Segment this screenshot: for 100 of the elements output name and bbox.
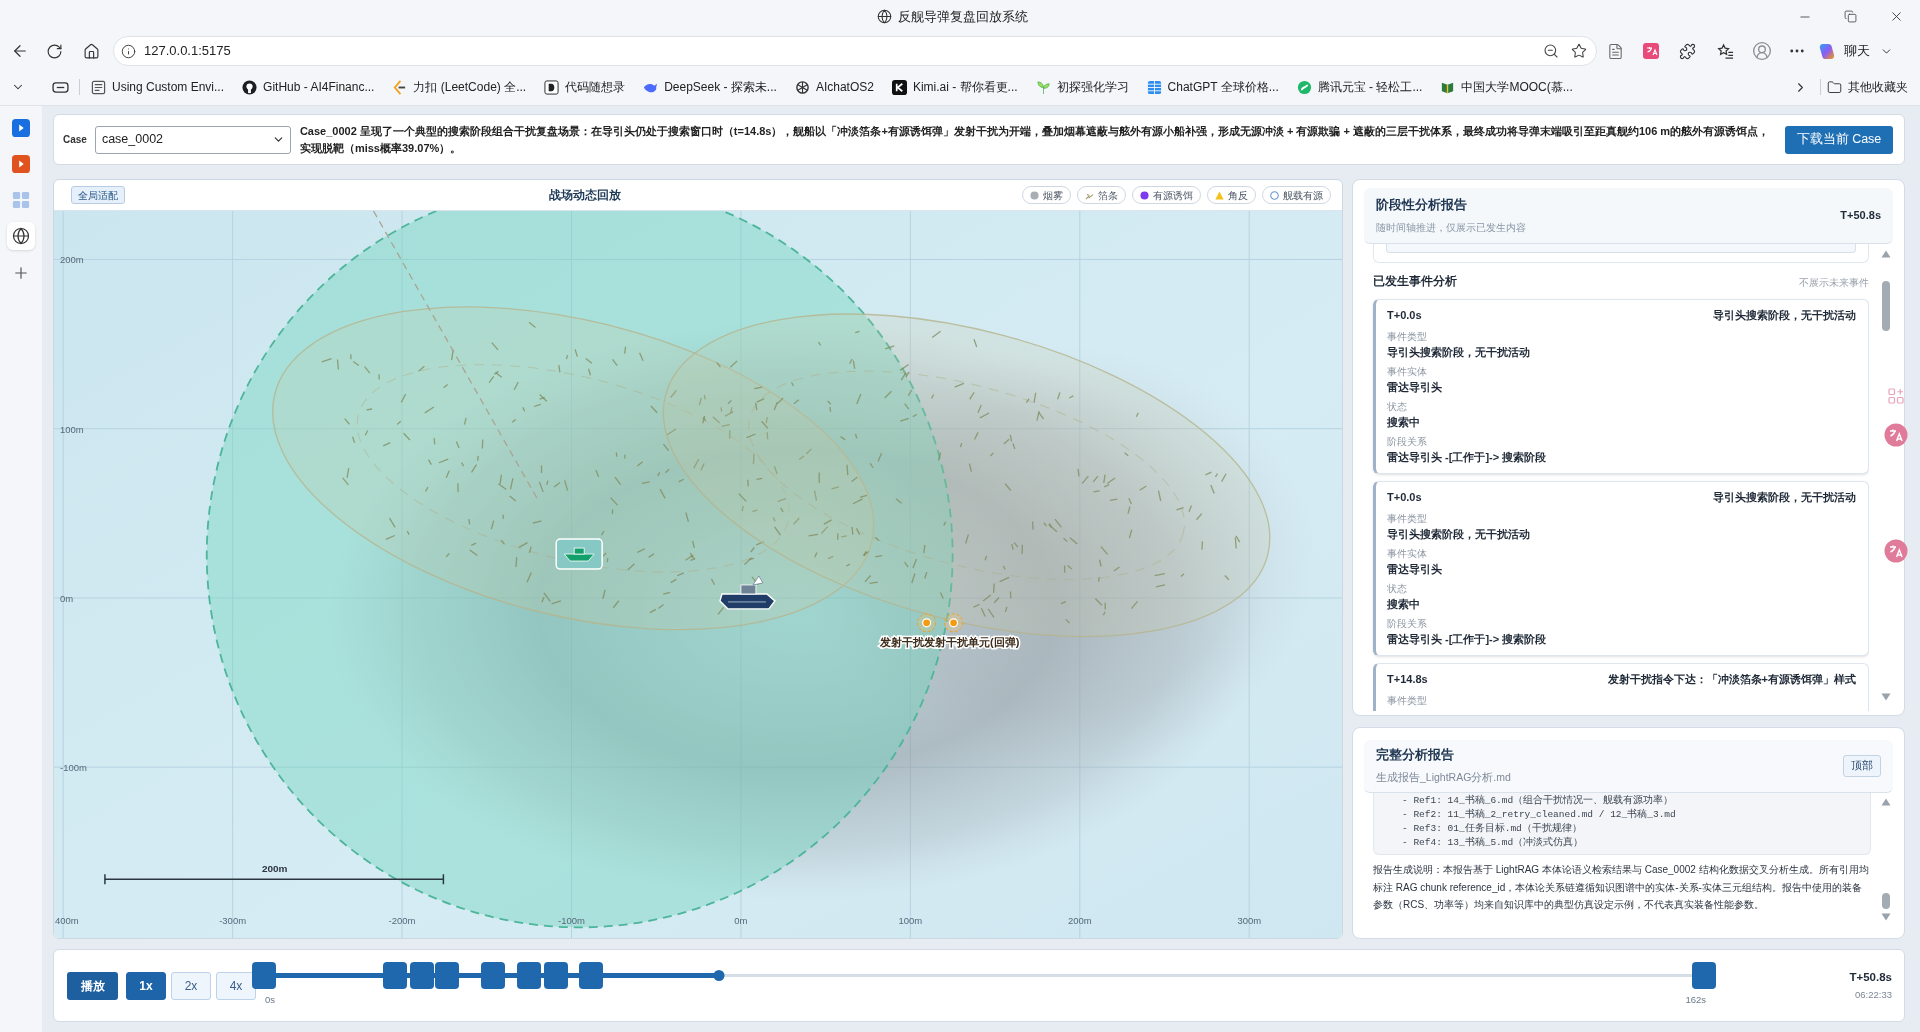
code-line: - Ref1: 14_书稿_6.md（组合干扰情况一、舰载有源功率） (1402, 794, 1674, 808)
round-logo-icon (242, 79, 258, 95)
axis-label: 0m (734, 915, 748, 927)
scroll-down-button[interactable] (1881, 913, 1891, 921)
axis-label: 200m (1067, 915, 1092, 927)
download-button[interactable]: 下载当前 Case (1785, 125, 1893, 154)
bookmark[interactable]: AIchatOS2 (789, 78, 879, 96)
bookmark[interactable]: ChatGPT 全球价格... (1141, 78, 1284, 96)
event-marker[interactable] (578, 961, 603, 989)
bookmark[interactable]: 代码随想录 (539, 78, 631, 96)
document-icon[interactable] (1607, 42, 1624, 60)
close-icon[interactable] (1889, 9, 1904, 24)
scroll-up-button[interactable] (1881, 798, 1891, 806)
play-icon (12, 155, 30, 173)
scroll-up-button[interactable] (1881, 250, 1891, 258)
field-value: 导引头搜索阶段，无干扰活动 (1387, 345, 1530, 360)
tabs-icon[interactable] (52, 80, 69, 94)
axis-label: 100m (898, 915, 923, 927)
field-value: 搜索中 (1387, 415, 1420, 430)
legend-chip[interactable]: 箔条 (1077, 186, 1126, 204)
chevron-logo-icon (392, 79, 408, 95)
timeline-track[interactable] (252, 961, 1716, 989)
bookmark[interactable]: 中国大学MOOC(慕... (1435, 78, 1578, 96)
timeline-thumb[interactable] (713, 969, 725, 981)
favorites-icon[interactable] (1717, 42, 1734, 60)
axis-label: 100m (60, 423, 84, 435)
event-marker[interactable] (434, 961, 459, 989)
panel-subtitle: 随时间轴推进，仅展示已发生内容 (1376, 221, 1526, 236)
bookmark[interactable]: Kimi.ai - 帮你看更... (886, 78, 1023, 96)
event-summary: 导引头搜索阶段，无干扰活动 (1713, 489, 1856, 505)
top-button[interactable]: 顶部 (1843, 755, 1881, 777)
legend-chip[interactable]: 有源诱饵 (1132, 186, 1201, 204)
translate-icon[interactable] (1884, 539, 1908, 563)
bookmark[interactable]: 力扣 (LeetCode) 全... (387, 78, 532, 96)
emitter-dot-icon (917, 613, 937, 633)
copilot-button[interactable]: 聊天 (1817, 41, 1870, 61)
speed-button[interactable]: 2x (171, 971, 211, 1000)
event-summary: 导引头搜索阶段，无干扰活动 (1713, 307, 1856, 323)
bookmark[interactable]: 初探强化学习 (1030, 78, 1134, 96)
extensions-icon[interactable] (1679, 42, 1696, 60)
field-label: 事件类型 (1387, 694, 1427, 708)
event-marker[interactable] (516, 961, 541, 989)
case-select[interactable]: case_0002 (94, 125, 291, 154)
star-icon[interactable] (1571, 43, 1587, 59)
event-summary: 发射干扰指令下达：「冲淡箔条+有源诱饵弹」样式 (1607, 671, 1856, 687)
globe-icon (876, 9, 892, 24)
url-text: 127.0.0.1:5175 (144, 42, 231, 61)
event-marker[interactable] (544, 961, 569, 989)
axis-label: -200m (388, 915, 416, 927)
scale-label: 200m (261, 863, 288, 875)
code-line: - Ref3: 01_任务目标.md（干扰规律） (1402, 822, 1582, 836)
speed-button[interactable]: 1x (126, 971, 166, 1000)
event-marker[interactable] (383, 961, 408, 989)
play-button[interactable]: 播放 (67, 971, 118, 1000)
translate-icon[interactable] (1884, 423, 1908, 447)
legend-chip[interactable]: 舰载有源 (1262, 186, 1331, 204)
globe-icon (12, 227, 30, 245)
address-bar[interactable]: 127.0.0.1:5175 (113, 36, 1597, 66)
info-icon[interactable] (121, 43, 136, 59)
profile-icon[interactable] (1752, 41, 1772, 61)
page-icon (91, 79, 106, 95)
event-marker[interactable] (410, 961, 435, 989)
event-marker[interactable] (480, 961, 505, 989)
bookmark[interactable]: GitHub - AI4Financ... (237, 78, 380, 96)
back-icon[interactable] (11, 42, 29, 60)
restore-icon[interactable] (1844, 10, 1857, 23)
bookmark[interactable]: Using Custom Envi... (86, 78, 230, 96)
file-name: 生成报告_LightRAG分析.md (1376, 770, 1511, 785)
map-title: 战场动态回放 (549, 187, 621, 204)
grid-icon (1146, 79, 1162, 95)
home-icon[interactable] (83, 42, 100, 60)
speed-button[interactable]: 4x (216, 971, 256, 1000)
app-tile-icon[interactable] (1643, 43, 1659, 59)
field-value: 雷达导引头 -[工作于]-> 搜索阶段 (1387, 632, 1547, 647)
panel-title: 阶段性分析报告 (1376, 196, 1467, 214)
timeline-end-label: 162s (1685, 992, 1706, 1007)
legend-chip[interactable]: 角反 (1207, 186, 1256, 204)
scrollbar-thumb[interactable] (1882, 281, 1890, 331)
axis-label: -300m (219, 915, 247, 927)
event-marker[interactable] (1692, 961, 1716, 989)
event-time: T+14.8s (1387, 671, 1428, 687)
event-time: T+0.0s (1387, 489, 1422, 505)
scroll-down-button[interactable] (1881, 693, 1891, 701)
zoom-out-icon[interactable] (1543, 43, 1559, 59)
bookmark[interactable]: DeepSeek - 探索未... (638, 78, 782, 96)
legend-chip[interactable]: 烟雾 (1022, 186, 1071, 204)
field-label: 事件类型 (1387, 330, 1427, 344)
square-logo-icon (544, 79, 560, 95)
fit-button[interactable]: 全局适配 (71, 186, 125, 204)
refresh-icon[interactable] (46, 42, 63, 60)
scrollbar-thumb[interactable] (1882, 893, 1890, 909)
sidebar-item[interactable] (7, 222, 35, 250)
bookmark[interactable]: 腾讯元宝 - 轻松工... (1291, 78, 1428, 96)
field-value: 导引头搜索阶段，无干扰活动 (1387, 527, 1530, 542)
ring-icon (1270, 190, 1279, 200)
plus-icon[interactable] (12, 264, 30, 282)
bookmark-folder[interactable]: 其他收藏夹 (1827, 78, 1908, 96)
event-marker[interactable] (252, 961, 276, 989)
triangle-icon (1215, 190, 1224, 200)
play-icon (12, 119, 30, 137)
